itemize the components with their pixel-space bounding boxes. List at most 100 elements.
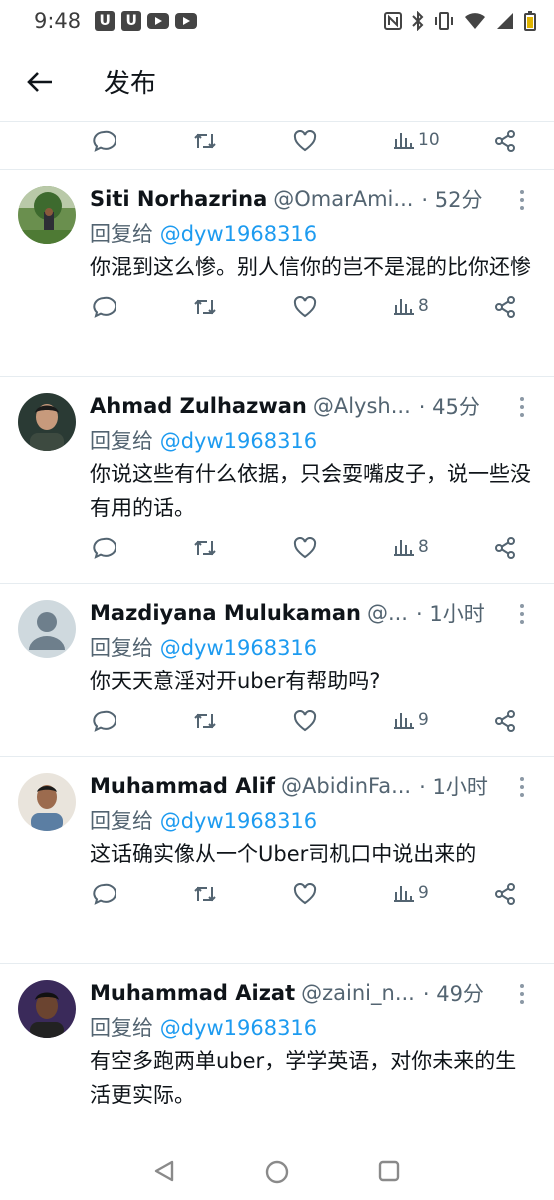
display-name[interactable]: Muhammad Alif <box>90 774 275 798</box>
user-handle[interactable]: @... <box>367 601 408 625</box>
display-name[interactable]: Mazdiyana Mulukaman <box>90 601 361 625</box>
mention-link[interactable]: @dyw1968316 <box>160 636 317 660</box>
tweet-actions: 8 <box>0 533 554 583</box>
more-options-button[interactable] <box>512 188 532 212</box>
tweet[interactable]: Muhammad Aizat @zaini_n... · 49分 回复给 @dy… <box>0 964 554 1142</box>
reply-button[interactable] <box>92 883 116 905</box>
reply-button[interactable] <box>92 537 116 559</box>
battery-icon <box>524 11 536 31</box>
like-button[interactable] <box>293 710 317 732</box>
reply-context: 回复给 @dyw1968316 <box>90 425 534 455</box>
avatar[interactable] <box>18 393 76 451</box>
more-options-button[interactable] <box>512 602 532 626</box>
more-options-button[interactable] <box>512 395 532 419</box>
user-handle[interactable]: @AbidinFa... <box>281 774 411 798</box>
avatar[interactable] <box>18 980 76 1038</box>
heart-icon <box>293 537 317 559</box>
retweet-button[interactable] <box>192 296 218 318</box>
reply-feed[interactable]: 10 Siti Norhazrina @OmarAmi... · 52分 回复给… <box>0 122 554 1142</box>
tweet[interactable]: Muhammad Alif @AbidinFa... · 1小时 回复给 @dy… <box>0 757 554 964</box>
circle-home-icon <box>265 1160 289 1184</box>
user-handle[interactable]: @zaini_n... <box>301 981 415 1005</box>
reply-button[interactable] <box>92 296 116 318</box>
timestamp[interactable]: · 1小时 <box>419 771 488 801</box>
views-count: 8 <box>418 537 429 557</box>
views-icon <box>394 299 414 315</box>
share-button[interactable] <box>494 296 516 318</box>
views-button[interactable]: 9 <box>394 883 429 903</box>
share-button[interactable] <box>494 710 516 732</box>
reply-context: 回复给 @dyw1968316 <box>90 805 534 835</box>
u-app-icon: U <box>95 11 116 31</box>
tweet-text: 这话确实像从一个Uber司机口中说出来的 <box>90 842 477 866</box>
retweet-button[interactable] <box>192 710 218 732</box>
share-button[interactable] <box>494 537 516 559</box>
display-name[interactable]: Muhammad Aizat <box>90 981 295 1005</box>
retweet-button[interactable] <box>192 130 218 152</box>
reply-icon <box>93 296 116 318</box>
views-count: 9 <box>418 710 429 730</box>
nav-home-button[interactable] <box>264 1159 290 1185</box>
tweet[interactable]: Mazdiyana Mulukaman @... · 1小时 回复给 @dyw1… <box>0 584 554 757</box>
views-count: 9 <box>418 883 429 903</box>
retweet-icon <box>194 133 216 149</box>
signal-icon <box>497 13 513 29</box>
display-name[interactable]: Ahmad Zulhazwan <box>90 394 307 418</box>
views-count: 10 <box>418 130 440 150</box>
reply-prefix: 回复给 <box>90 636 153 660</box>
timestamp[interactable]: · 1小时 <box>416 598 485 628</box>
views-icon <box>394 713 414 729</box>
avatar[interactable] <box>18 773 76 831</box>
views-button[interactable]: 8 <box>394 296 429 316</box>
display-name[interactable]: Siti Norhazrina <box>90 187 267 211</box>
nav-recents-button[interactable] <box>377 1159 401 1183</box>
more-options-button[interactable] <box>512 982 532 1006</box>
like-button[interactable] <box>293 130 317 152</box>
mention-link[interactable]: @dyw1968316 <box>160 1016 317 1040</box>
like-button[interactable] <box>293 883 317 905</box>
retweet-button[interactable] <box>192 537 218 559</box>
more-options-button[interactable] <box>512 775 532 799</box>
views-button[interactable]: 8 <box>394 537 429 557</box>
views-icon <box>394 886 414 902</box>
tweet[interactable]: Siti Norhazrina @OmarAmi... · 52分 回复给 @d… <box>0 170 554 377</box>
retweet-icon <box>194 299 216 315</box>
tweet-text: 你天天意淫对开uber有帮助吗? <box>90 669 381 693</box>
user-handle[interactable]: @Alysh... <box>313 394 411 418</box>
share-button[interactable] <box>494 130 516 152</box>
timestamp[interactable]: · 45分 <box>419 391 480 421</box>
mention-link[interactable]: @dyw1968316 <box>160 429 317 453</box>
reply-icon <box>93 883 116 905</box>
views-button[interactable]: 9 <box>394 710 429 730</box>
mention-link[interactable]: @dyw1968316 <box>160 222 317 246</box>
retweet-icon <box>194 540 216 556</box>
back-button[interactable] <box>20 62 60 102</box>
reply-button[interactable] <box>92 130 116 152</box>
system-nav-bar <box>0 1142 554 1200</box>
heart-icon <box>293 296 317 318</box>
share-button[interactable] <box>494 883 516 905</box>
views-button[interactable]: 10 <box>394 130 440 150</box>
retweet-button[interactable] <box>192 883 218 905</box>
nav-back-button[interactable] <box>152 1159 176 1183</box>
reply-button[interactable] <box>92 710 116 732</box>
avatar[interactable] <box>18 186 76 244</box>
reply-prefix: 回复给 <box>90 222 153 246</box>
tweet-text: 有空多跑两单uber，学学英语，对你未来的生活更实际。 <box>90 1049 517 1107</box>
user-handle[interactable]: @OmarAmi... <box>273 187 413 211</box>
avatar[interactable] <box>18 600 76 658</box>
reply-context: 回复给 @dyw1968316 <box>90 632 534 662</box>
timestamp[interactable]: · 52分 <box>421 184 482 214</box>
timestamp[interactable]: · 49分 <box>423 978 484 1008</box>
prev-tweet-actions: 10 <box>0 122 554 170</box>
u-app-icon: U <box>121 11 142 31</box>
tweet[interactable]: Ahmad Zulhazwan @Alysh... · 45分 回复给 @dyw… <box>0 377 554 584</box>
tweet-actions: 8 <box>0 292 554 342</box>
like-button[interactable] <box>293 537 317 559</box>
like-button[interactable] <box>293 296 317 318</box>
reply-prefix: 回复给 <box>90 1016 153 1040</box>
mention-link[interactable]: @dyw1968316 <box>160 809 317 833</box>
reply-prefix: 回复给 <box>90 429 153 453</box>
youtube-icon <box>147 13 170 29</box>
tweet-actions: 9 <box>0 879 554 929</box>
